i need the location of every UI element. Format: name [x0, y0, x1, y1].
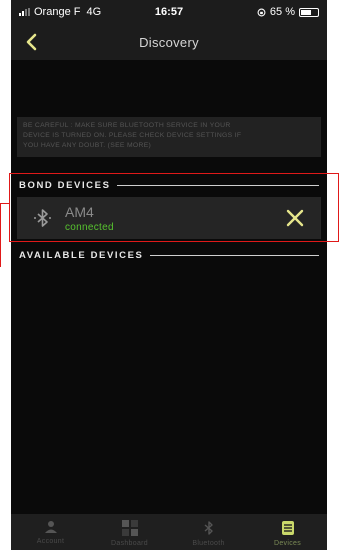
device-name: AM4 [65, 203, 94, 220]
tab-dashboard[interactable]: Dashboard [90, 514, 169, 550]
bluetooth-icon [31, 206, 55, 230]
nav-header: Discovery [11, 24, 327, 60]
bluetooth-warning[interactable]: BE CAREFUL : MAKE SURE BLUETOOTH SERVICE… [17, 117, 321, 157]
status-right: 65 % [257, 6, 319, 18]
battery-icon [299, 7, 319, 17]
device-info: AM4 connected [65, 204, 114, 233]
bluetooth-icon [204, 521, 213, 535]
dashboard-icon [121, 520, 138, 536]
back-button[interactable] [21, 32, 41, 52]
section-divider [149, 254, 319, 256]
bond-devices-title: BOND DEVICES [19, 179, 111, 191]
devices-icon [281, 521, 294, 535]
tab-bar: Account Dashboard Bluetooth Devices [11, 514, 327, 550]
bond-devices-header: BOND DEVICES [19, 178, 319, 192]
tab-label: Bluetooth [192, 540, 225, 547]
page-title: Discovery [139, 34, 199, 50]
highlight-connector [0, 203, 1, 267]
tab-label: Dashboard [111, 540, 148, 547]
carrier-name: Orange F [34, 6, 81, 18]
network-type: 4G [86, 6, 102, 18]
close-icon [286, 209, 304, 227]
tab-account[interactable]: Account [11, 514, 90, 550]
tab-bluetooth[interactable]: Bluetooth [169, 514, 248, 550]
remove-device-button[interactable] [283, 206, 307, 230]
tab-label: Account [36, 538, 65, 545]
warning-line: YOU HAVE ANY DOUBT. (SEE MORE) [23, 142, 152, 149]
orientation-lock-icon [257, 8, 266, 16]
warning-line: DEVICE IS TURNED ON. PLEASE CHECK DEVICE… [23, 132, 242, 139]
available-devices-header: AVAILABLE DEVICES [19, 248, 319, 262]
battery-label: 65 % [269, 6, 295, 18]
phone-frame: Orange F 4G 16:57 65 % Discovery BE CARE… [0, 0, 339, 550]
app-screen: Orange F 4G 16:57 65 % Discovery BE CARE… [11, 0, 327, 550]
bond-device-row[interactable]: AM4 connected [17, 197, 321, 239]
device-status: connected [65, 221, 114, 233]
section-divider [116, 184, 319, 186]
tab-devices[interactable]: Devices [248, 514, 327, 550]
signal-icon [19, 8, 30, 16]
warning-line: BE CAREFUL : MAKE SURE BLUETOOTH SERVICE… [23, 122, 231, 129]
status-bar: Orange F 4G 16:57 65 % [11, 0, 327, 24]
highlight-connector [0, 203, 9, 204]
user-icon [44, 521, 57, 533]
chevron-left-icon [26, 33, 37, 51]
available-devices-title: AVAILABLE DEVICES [19, 249, 144, 261]
tab-label: Devices [274, 540, 301, 547]
